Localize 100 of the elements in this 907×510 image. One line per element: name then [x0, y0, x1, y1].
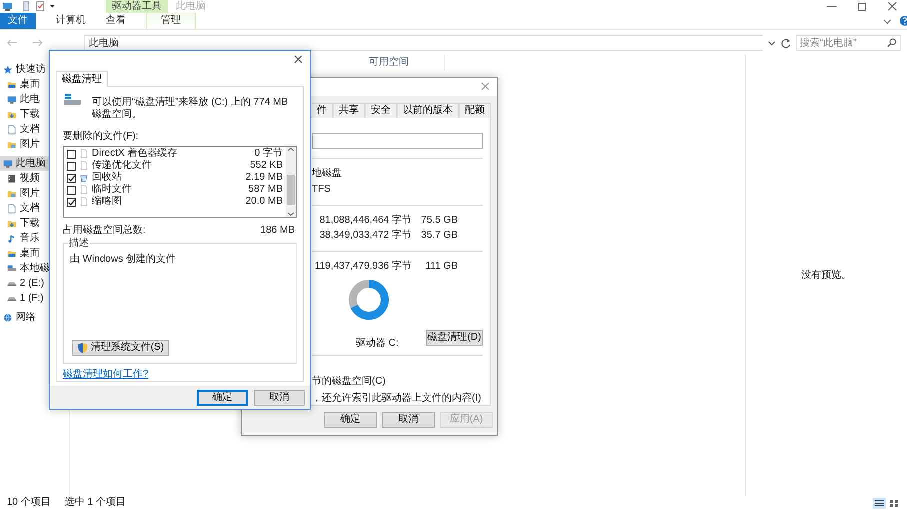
file-size: 2.19 MB: [246, 172, 283, 184]
nav-item[interactable]: 2 (E:): [0, 276, 69, 291]
file-name: 回收站: [92, 172, 123, 184]
close-icon: [888, 2, 896, 11]
nav-item[interactable]: 文档: [0, 201, 69, 216]
description-text: 由 Windows 创建的文件: [70, 254, 178, 266]
search-icon[interactable]: [887, 38, 897, 48]
ribbon-tab[interactable]: 文件: [0, 13, 36, 29]
checklist-icon[interactable]: [35, 1, 46, 12]
file-name: 临时文件: [92, 184, 133, 196]
checkbox[interactable]: [67, 186, 76, 194]
desktop-folder-icon: [7, 248, 17, 258]
computer-icon[interactable]: [2, 1, 13, 12]
status-text: 选中 1 个项目: [64, 497, 126, 509]
file-name: 传递优化文件: [92, 160, 153, 172]
dialog-button[interactable]: 确定: [197, 390, 248, 406]
nav-item[interactable]: 此电: [0, 92, 69, 107]
help-icon[interactable]: [899, 15, 907, 27]
dialog-button[interactable]: 取消: [382, 412, 435, 428]
dialog-tab[interactable]: 共享: [333, 102, 365, 118]
download-folder-icon: [7, 218, 17, 228]
window-title: 此电脑: [176, 0, 206, 12]
checkbox[interactable]: [67, 174, 76, 182]
size-value: 75.5 GB: [420, 214, 459, 227]
column-header[interactable]: 可用空间: [365, 55, 445, 71]
dialog-tab[interactable]: 磁盘清理: [56, 71, 108, 87]
chevron-icon[interactable]: [882, 16, 893, 26]
dialog-tab[interactable]: 配额: [459, 102, 491, 118]
help-link[interactable]: 磁盘清理如何工作?: [63, 369, 149, 381]
pictures-folder-icon: [7, 188, 17, 198]
total-label: 占用磁盘空间总数:: [63, 225, 146, 237]
nav-item[interactable]: 桌面: [0, 246, 69, 261]
drive-label: 驱动器 C:: [356, 338, 399, 350]
refresh-icon[interactable]: [781, 38, 792, 48]
byte-count: 38,349,033,472 字节: [318, 230, 412, 242]
recycle-bin-icon: [79, 173, 89, 183]
close-icon: [292, 54, 304, 64]
address-field[interactable]: 此电脑: [84, 35, 763, 51]
file-size: 0 字节: [254, 148, 283, 160]
option-text: 节的磁盘空间(C): [312, 376, 387, 388]
checkbox[interactable]: [67, 162, 76, 170]
dialog-tab[interactable]: 以前的版本: [397, 102, 459, 118]
dialog-tab[interactable]: 件: [312, 102, 333, 118]
checkbox[interactable]: [67, 150, 76, 158]
dialog-tab[interactable]: 安全: [365, 102, 397, 118]
name-field[interactable]: [312, 132, 483, 149]
disk-drive-icon: [7, 264, 17, 274]
nav-item[interactable]: 下载: [0, 107, 69, 122]
size-value: 111 GB: [424, 260, 459, 273]
total-value: 186 MB: [260, 225, 295, 237]
search-field[interactable]: 搜索“此电脑”: [796, 35, 901, 51]
file-name: 缩略图: [92, 196, 123, 208]
minimize-icon: [827, 6, 837, 8]
ribbon-context-label: 驱动器工具: [106, 0, 168, 13]
nav-item[interactable]: 网络: [0, 310, 69, 325]
option-text: ，还允许索引此驱动器上文件的内容(I): [312, 392, 482, 405]
pictures-folder-icon: [7, 140, 17, 150]
file-size: 552 KB: [250, 160, 283, 172]
desktop-folder-icon: [7, 80, 17, 90]
details-view-icon[interactable]: [873, 498, 886, 508]
ribbon-tab[interactable]: 查看: [96, 13, 136, 29]
close-icon: [480, 80, 490, 92]
music-note-icon: [7, 234, 17, 244]
file-size: 587 MB: [248, 184, 283, 196]
filesystem-text: TFS: [312, 184, 332, 196]
ribbon-tab[interactable]: 计算机: [46, 13, 96, 29]
checkbox[interactable]: [67, 198, 76, 206]
scrollbar[interactable]: [286, 147, 296, 217]
nav-item[interactable]: 图片: [0, 186, 69, 201]
clean-system-files-button[interactable]: 清理系统文件(S): [72, 340, 169, 356]
maximize-icon: [858, 2, 866, 10]
scroll-up-icon[interactable]: [287, 147, 295, 153]
shield-icon: [76, 342, 88, 354]
computer-icon: [7, 94, 17, 104]
dialog-button[interactable]: 取消: [254, 390, 305, 406]
group-title: 描述: [68, 238, 90, 250]
computer-icon: [3, 158, 13, 168]
nav-item[interactable]: 视频: [0, 171, 69, 186]
caret-icon[interactable]: [49, 3, 56, 10]
dialog-button[interactable]: 确定: [324, 412, 377, 428]
byte-count: 119,437,479,936 字节: [314, 260, 412, 273]
dropdown-icon[interactable]: [767, 39, 777, 47]
nav-item[interactable]: 本地磁: [0, 261, 69, 276]
drive-icon: [63, 93, 83, 107]
scroll-down-icon[interactable]: [287, 211, 295, 217]
preview-message: 没有预览。: [802, 270, 852, 282]
scrollbar-thumb[interactable]: [287, 175, 295, 205]
disk-cleanup-button[interactable]: 磁盘清理(D): [426, 330, 483, 346]
intro-text: 可以使用“磁盘清理”来释放 (C:) 上的 774 MB 磁盘空间。: [92, 97, 290, 121]
nav-item[interactable]: 1 (F:): [0, 291, 69, 306]
document-icon: [7, 124, 17, 134]
download-folder-icon: [7, 110, 17, 120]
file-size: 20.0 MB: [246, 196, 283, 208]
star-icon: [3, 64, 13, 74]
file-name: DirectX 着色器缓存: [92, 148, 179, 160]
byte-count: 81,088,446,464 字节: [318, 214, 412, 227]
size-value: 35.7 GB: [420, 230, 459, 242]
large-icons-view-icon[interactable]: [888, 498, 900, 508]
files-label: 要删除的文件(F):: [63, 131, 140, 143]
document-icon: [7, 204, 17, 214]
